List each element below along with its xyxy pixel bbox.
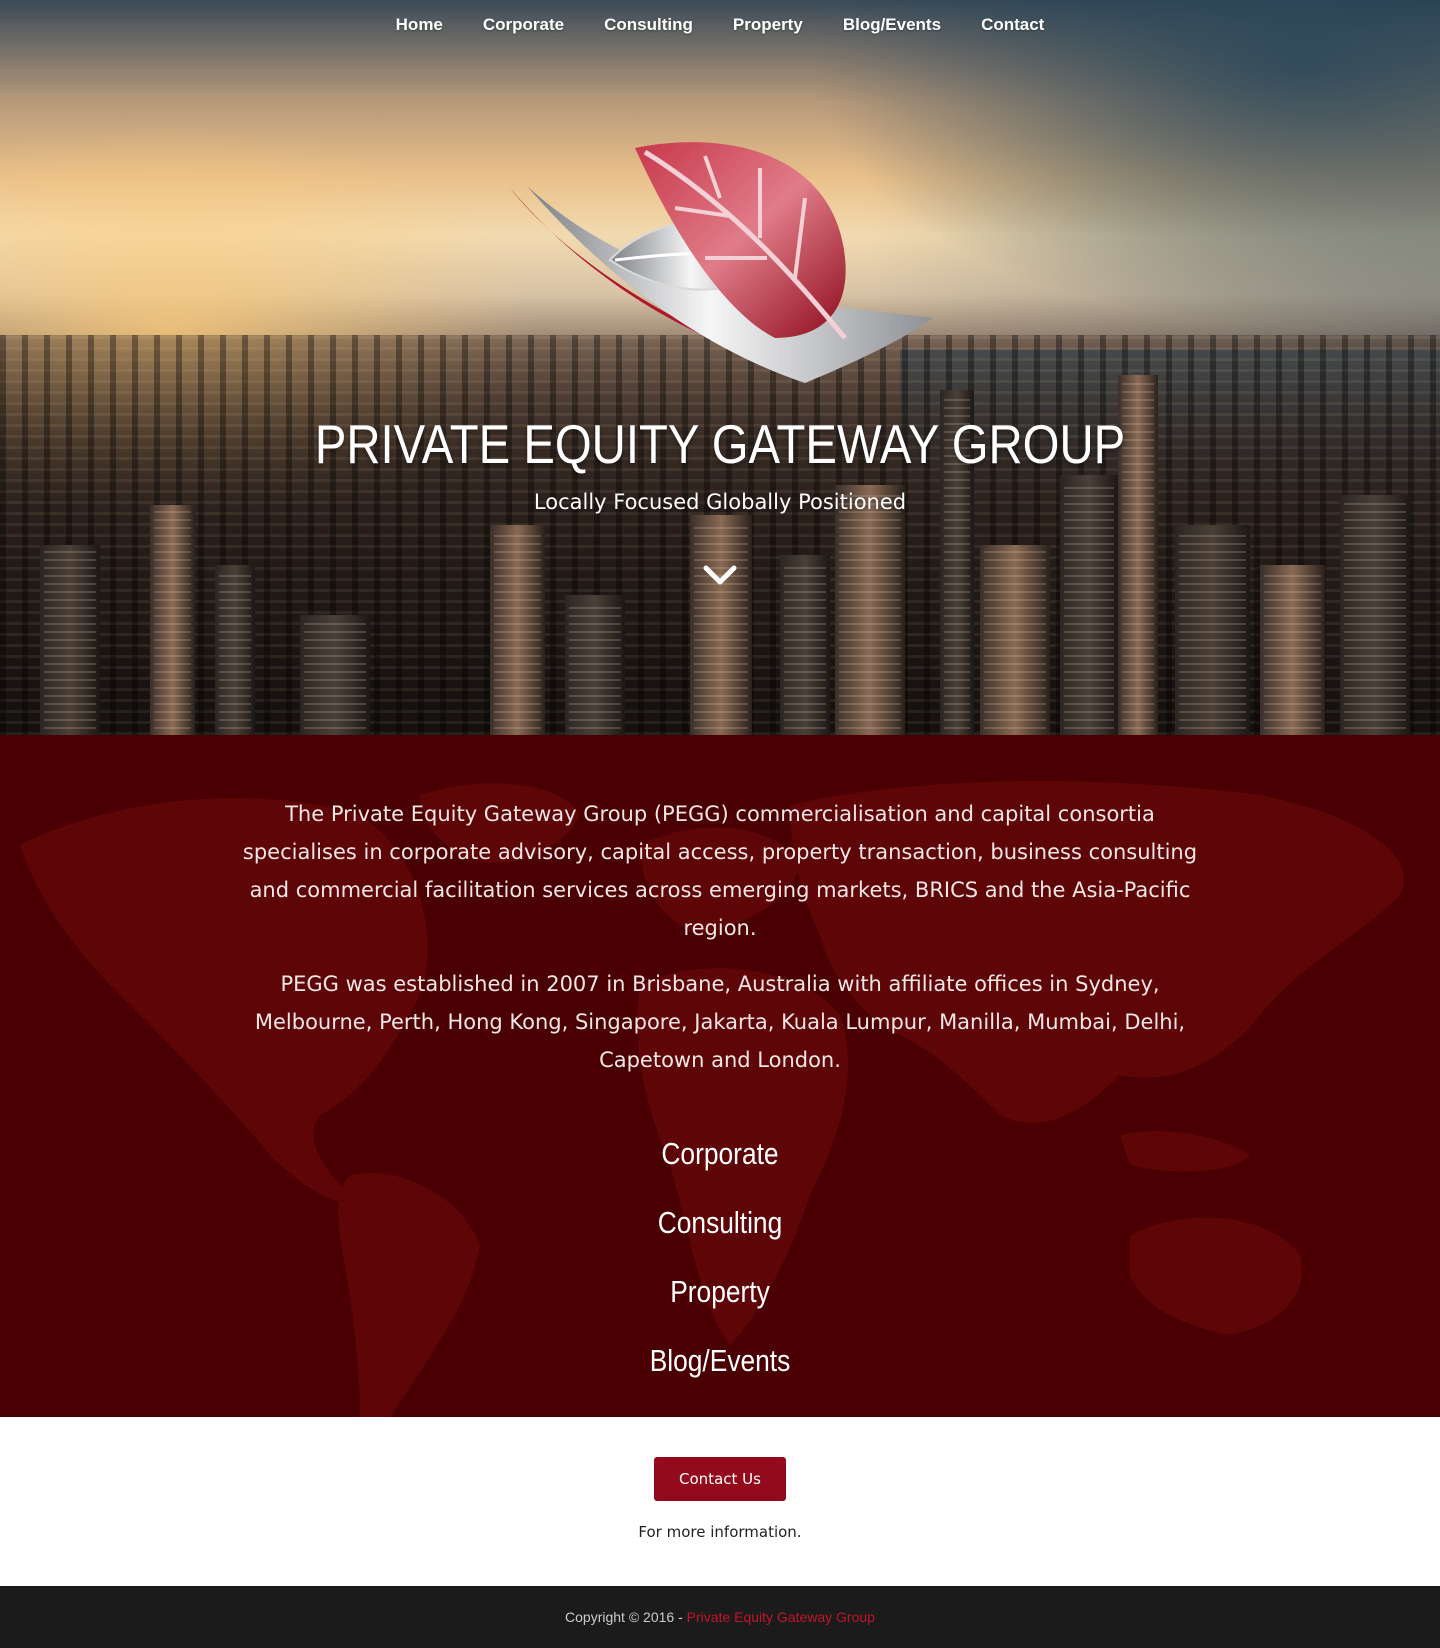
cta-note: For more information.	[638, 1523, 802, 1541]
service-link-property[interactable]: Property	[108, 1257, 1332, 1326]
contact-cta-section: Contact Us For more information.	[0, 1417, 1440, 1586]
footer-brand-link[interactable]: Private Equity Gateway Group	[687, 1609, 875, 1625]
copyright-text: Copyright © 2016 -	[565, 1609, 683, 1625]
nav-item-consulting[interactable]: Consulting	[584, 12, 713, 38]
service-link-blog-events[interactable]: Blog/Events	[108, 1326, 1332, 1395]
nav-item-property[interactable]: Property	[713, 12, 823, 38]
service-link-corporate[interactable]: Corporate	[108, 1119, 1332, 1188]
nav-item-corporate[interactable]: Corporate	[463, 12, 584, 38]
chevron-down-icon[interactable]	[700, 560, 740, 590]
site-title: PRIVATE EQUITY GATEWAY GROUP	[314, 413, 1126, 475]
contact-us-button[interactable]: Contact Us	[654, 1457, 786, 1501]
about-section: The Private Equity Gateway Group (PEGG) …	[0, 735, 1440, 1417]
main-nav: Home Corporate Consulting Property Blog/…	[0, 12, 1440, 38]
hero-section: Home Corporate Consulting Property Blog/…	[0, 0, 1440, 735]
about-paragraph-offices: PEGG was established in 2007 in Brisbane…	[254, 972, 1186, 1072]
nav-item-contact[interactable]: Contact	[961, 12, 1064, 38]
site-tagline: Locally Focused Globally Positioned	[533, 490, 907, 514]
service-link-consulting[interactable]: Consulting	[108, 1188, 1332, 1257]
about-content: The Private Equity Gateway Group (PEGG) …	[0, 735, 1440, 1395]
nav-item-blog-events[interactable]: Blog/Events	[823, 12, 961, 38]
footer: Copyright © 2016 - Private Equity Gatewa…	[0, 1586, 1440, 1648]
services-list: Corporate Consulting Property Blog/Event…	[0, 1119, 1440, 1395]
about-paragraph-intro: The Private Equity Gateway Group (PEGG) …	[242, 802, 1198, 940]
hero-city-background	[0, 335, 1440, 735]
nav-item-home[interactable]: Home	[376, 12, 463, 38]
leaf-logo-icon	[510, 142, 933, 383]
